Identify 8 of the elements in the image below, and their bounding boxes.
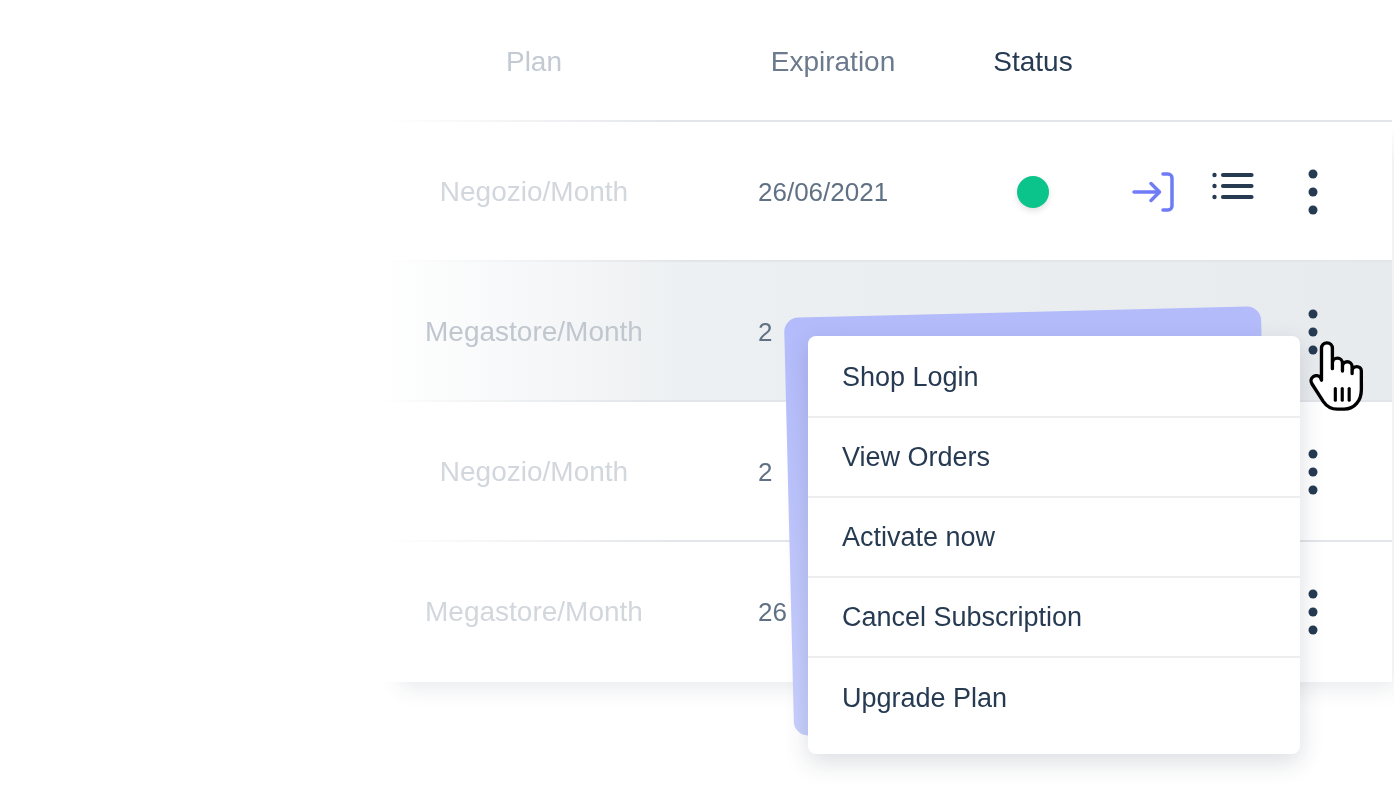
expiration-text: 26/06/2021: [758, 175, 889, 209]
column-header: Plan: [505, 45, 562, 79]
expiration-text: 2: [758, 315, 773, 349]
expiration-text: 26: [758, 595, 787, 629]
expiration-text: 2: [758, 455, 773, 489]
column-header: Status: [993, 45, 1073, 79]
column-header: Expiration: [770, 45, 896, 79]
plan-text: Megastore/Month: [425, 315, 643, 349]
